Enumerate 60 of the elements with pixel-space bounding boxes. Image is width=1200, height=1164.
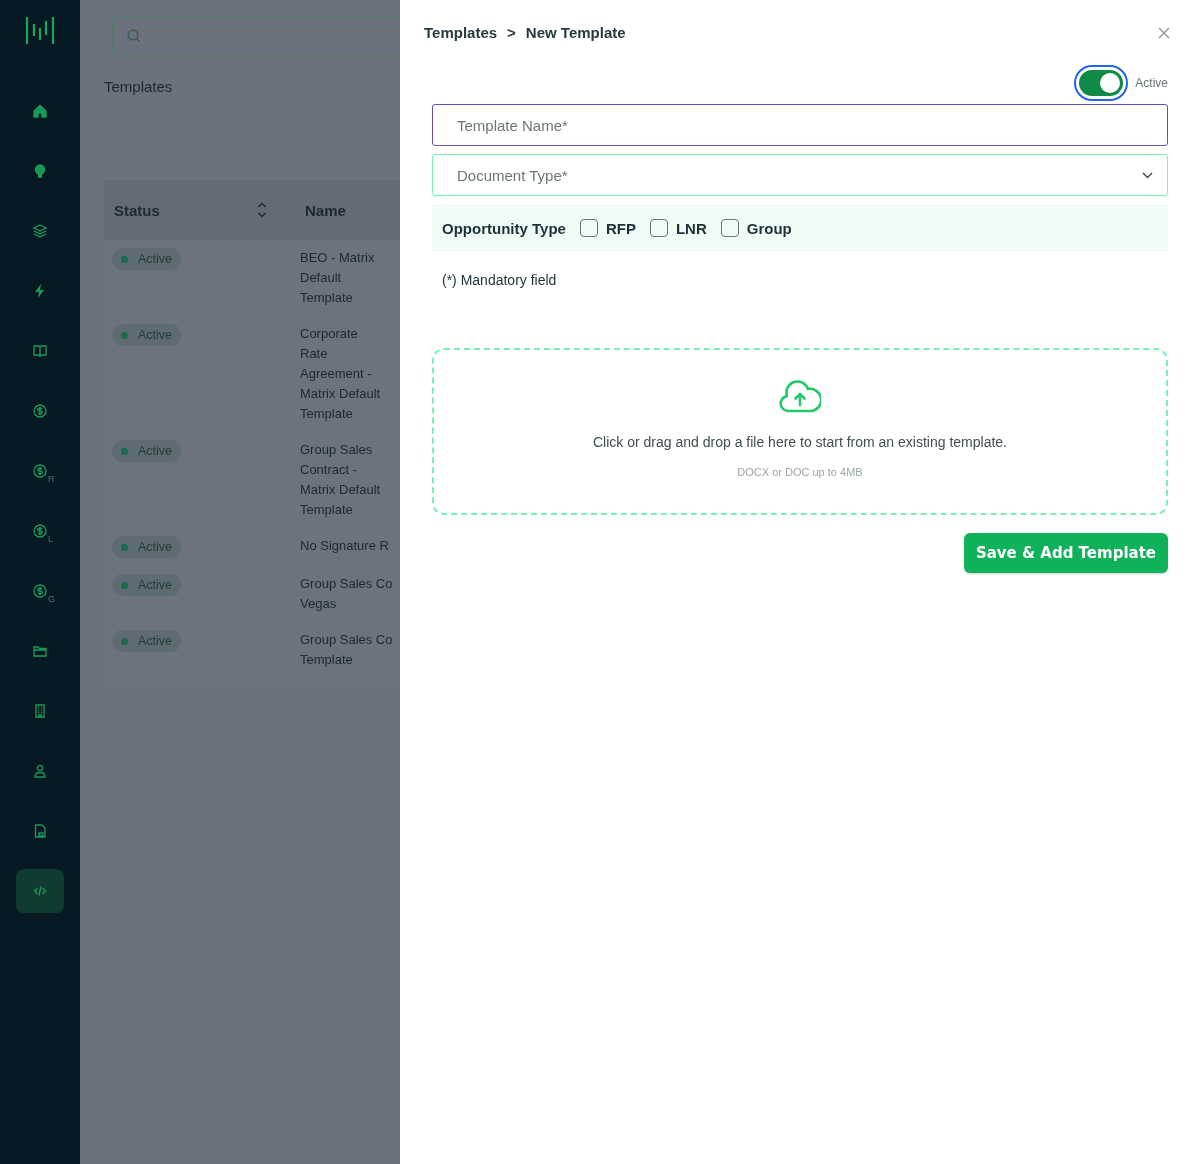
sort-icon[interactable] bbox=[257, 202, 267, 218]
chevron-down-icon bbox=[1142, 171, 1153, 179]
search-field[interactable] bbox=[112, 16, 400, 56]
status-badge: Active bbox=[112, 248, 182, 270]
dollar-icon bbox=[33, 584, 47, 598]
table-cell-text: No Signature R bbox=[300, 537, 389, 555]
checkbox-label: Group bbox=[746, 219, 792, 237]
checkbox[interactable] bbox=[649, 219, 668, 237]
file-icon bbox=[33, 824, 47, 838]
status-badge: Active bbox=[112, 630, 182, 652]
close-icon[interactable] bbox=[1158, 26, 1170, 39]
nav-item[interactable]: L bbox=[16, 509, 64, 553]
mandatory-note: (*) Mandatory field bbox=[442, 272, 558, 288]
dollar-icon bbox=[33, 464, 47, 478]
save-button[interactable]: Save & Add Template bbox=[963, 533, 1168, 573]
person-icon bbox=[33, 764, 47, 778]
toggle-label: Active bbox=[1135, 76, 1168, 90]
column-header: Status bbox=[114, 201, 161, 219]
building-icon bbox=[33, 704, 47, 718]
status-badge: Active bbox=[112, 324, 182, 346]
page-title: Templates bbox=[104, 78, 174, 95]
checkbox-label: RFP bbox=[605, 219, 636, 237]
dollar-icon bbox=[33, 404, 47, 418]
folder-icon bbox=[33, 644, 47, 658]
logo-icon bbox=[25, 15, 55, 45]
home-icon bbox=[33, 104, 47, 118]
table-cell-text: Group Sales Co Template bbox=[300, 631, 393, 669]
nav-item-letter: R bbox=[48, 474, 55, 484]
status-badge: Active bbox=[112, 440, 182, 462]
template-name-field[interactable]: Template Name* bbox=[432, 104, 1168, 146]
bulb-icon bbox=[33, 164, 47, 178]
book-icon bbox=[33, 344, 47, 358]
dropzone-text: Click or drag and drop a file here to start from an existing template. bbox=[593, 434, 1007, 450]
dropzone-hint: DOCX or DOC up to 4MB bbox=[737, 466, 863, 478]
opportunity-type-label: Opportunity Type bbox=[442, 219, 566, 237]
breadcrumb-current: New Template bbox=[525, 24, 626, 41]
column-header: Name bbox=[305, 201, 346, 219]
table-cell-text: Group Sales Co Vegas bbox=[300, 575, 393, 613]
bolt-icon bbox=[33, 284, 47, 298]
nav-item[interactable]: G bbox=[16, 569, 64, 613]
table-cell-text: Group Sales Contract - Matrix Default Template bbox=[300, 441, 381, 519]
file-dropzone[interactable]: Click or drag and drop a file here to start from an existing template. DOCX or DOC up to 4MB bbox=[432, 348, 1168, 515]
checkbox[interactable] bbox=[720, 219, 739, 237]
table-cell-text: Corporate Rate Agreement - Matrix Default Template bbox=[300, 325, 381, 423]
table-cell-text: BEO - Matrix Default Template bbox=[300, 249, 375, 307]
dollar-icon bbox=[33, 524, 47, 538]
layers-icon bbox=[33, 224, 47, 238]
status-badge: Active bbox=[112, 574, 182, 596]
nav-item-letter: L bbox=[48, 534, 53, 544]
breadcrumb-separator: > bbox=[507, 24, 516, 41]
code-icon bbox=[33, 884, 47, 898]
document-type-dropdown[interactable]: Document Type* bbox=[432, 154, 1168, 196]
search-icon bbox=[127, 29, 141, 43]
checkbox[interactable] bbox=[579, 219, 598, 237]
nav-item[interactable]: R bbox=[16, 449, 64, 493]
cloud-upload-icon bbox=[779, 380, 821, 414]
nav-item-letter: G bbox=[48, 594, 55, 604]
breadcrumb-link[interactable]: Templates bbox=[424, 24, 498, 41]
status-badge: Active bbox=[112, 536, 182, 558]
checkbox-label: LNR bbox=[675, 219, 707, 237]
